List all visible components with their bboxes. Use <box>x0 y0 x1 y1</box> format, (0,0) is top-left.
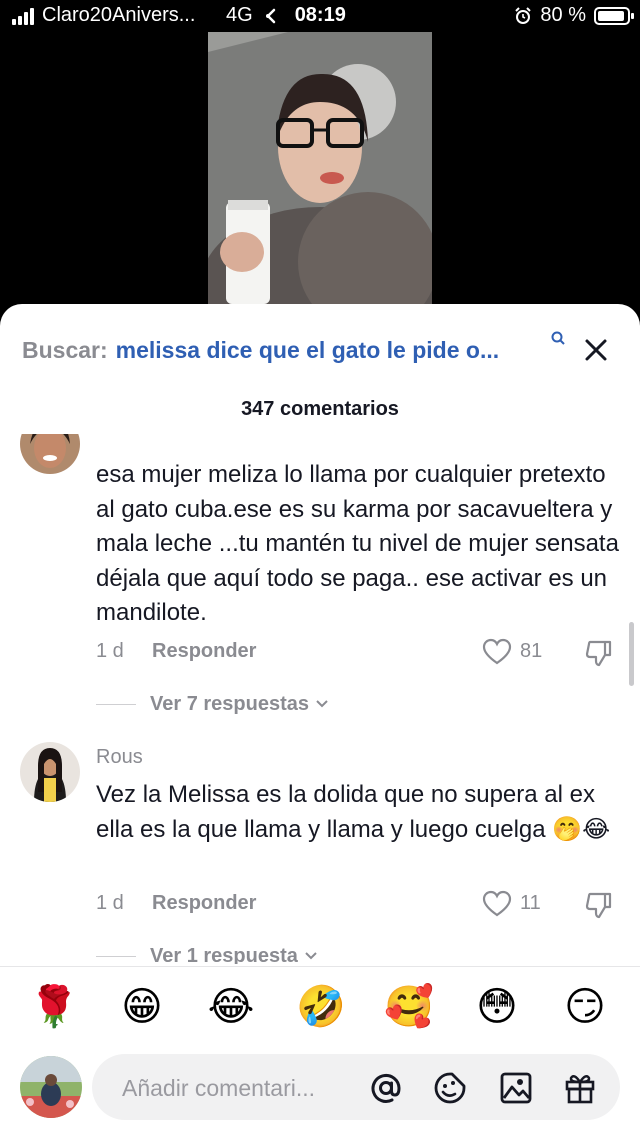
clock: 08:19 <box>294 4 346 26</box>
image-icon[interactable] <box>498 1070 534 1106</box>
comment-search-bar[interactable]: Buscar: melissa dice que el gato le pide… <box>22 331 618 368</box>
view-replies-label: Ver 7 respuestas <box>150 692 309 715</box>
comment-list[interactable]: esa mujer meliza lo llama por cualquier … <box>0 434 640 964</box>
video-frame-image <box>208 32 432 304</box>
divider-line <box>96 955 136 957</box>
heart-icon[interactable] <box>482 890 512 918</box>
scrollbar[interactable] <box>629 622 634 686</box>
comment-time: 1 d <box>96 640 124 662</box>
video-preview[interactable] <box>208 32 432 304</box>
mention-icon[interactable] <box>368 1070 404 1106</box>
status-bar: Claro20Anivers... 4G 08:19 80 % <box>0 0 640 32</box>
heart-icon[interactable] <box>482 638 512 666</box>
emoji-rose-button[interactable]: 🌹 <box>29 983 79 1031</box>
comment-compose-row <box>0 1048 640 1128</box>
dislike-icon[interactable] <box>584 890 614 920</box>
search-prefix-label: Buscar: <box>22 336 108 363</box>
network-type: 4G <box>226 4 253 26</box>
dislike-icon[interactable] <box>584 638 614 668</box>
avatar[interactable] <box>20 1056 82 1118</box>
comment-actions: 1 d Responder 11 <box>96 890 626 922</box>
divider-line <box>96 703 136 705</box>
emoji-tears-of-joy-button[interactable]: 😂 <box>207 983 255 1031</box>
hotspot-link-icon <box>265 8 275 23</box>
comments-sheet: Buscar: melissa dice que el gato le pide… <box>0 304 640 1134</box>
like-count: 11 <box>520 892 541 914</box>
emoji-flushed-button[interactable]: 😳 <box>473 983 521 1031</box>
comment-text: esa mujer meliza lo llama por cualquier … <box>96 461 619 626</box>
emoji-rofl-button[interactable]: 🤣 <box>296 983 346 1031</box>
like-count: 81 <box>520 640 543 662</box>
comment-count: 347 comentarios <box>241 398 399 420</box>
comment-input-pill <box>92 1054 620 1120</box>
carrier-name: Claro20Anivers... <box>42 4 196 26</box>
sticker-icon[interactable] <box>432 1070 468 1106</box>
view-replies-button[interactable]: Ver 7 respuestas <box>96 690 329 718</box>
comment-text: Vez la Melissa es la dolida que no super… <box>96 781 611 843</box>
emoji-grin-button[interactable]: 😁 <box>118 983 166 1031</box>
close-icon[interactable] <box>582 336 610 364</box>
signal-strength-icon <box>12 7 34 25</box>
search-query-link[interactable]: melissa dice que el gato le pide o... <box>116 337 499 364</box>
alarm-icon <box>515 6 532 24</box>
avatar[interactable] <box>20 742 80 802</box>
comment-time: 1 d <box>96 892 124 914</box>
comment-input[interactable] <box>120 1070 354 1106</box>
comment-username[interactable]: Rous <box>96 746 143 769</box>
reply-button[interactable]: Responder <box>152 640 256 663</box>
reply-button[interactable]: Responder <box>152 892 256 915</box>
search-icon <box>551 331 565 345</box>
battery-icon <box>594 6 634 25</box>
battery-percentage: 80 % <box>540 4 586 26</box>
chevron-down-icon <box>305 952 317 960</box>
gift-icon[interactable] <box>562 1070 598 1106</box>
emoji-quick-bar: 🌹 😁 😂 🤣 🥰 😳 😏 <box>0 966 640 1043</box>
emoji-hearts-face-button[interactable]: 🥰 <box>384 983 434 1031</box>
emoji-smirk-button[interactable]: 😏 <box>561 983 609 1031</box>
view-replies-label: Ver 1 respuesta <box>150 944 298 965</box>
view-replies-button[interactable]: Ver 1 respuesta <box>96 942 318 964</box>
avatar[interactable] <box>20 434 80 474</box>
chevron-down-icon <box>316 700 328 708</box>
comment-actions: 1 d Responder 81 <box>96 638 626 670</box>
